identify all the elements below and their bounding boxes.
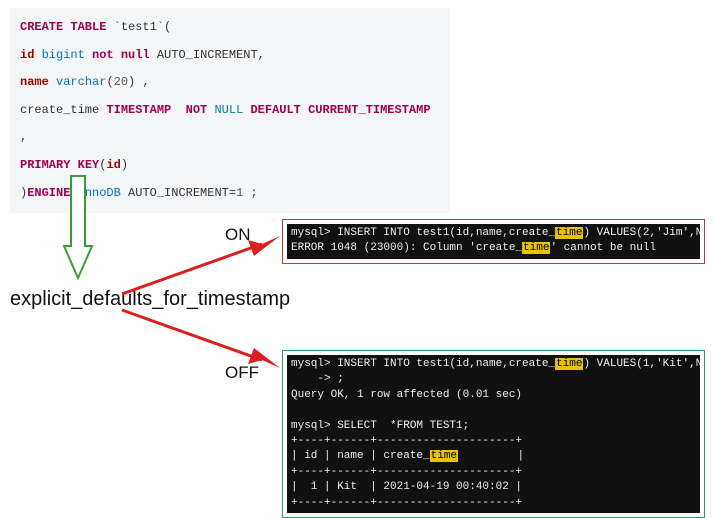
off-l3: Query OK, 1 row affected (0.01 sec) — [291, 389, 522, 401]
off-l4: mysql> SELECT *FROM TEST1; — [291, 420, 469, 432]
key-col-id: id — [106, 158, 120, 172]
on-line2b: ' cannot be null — [550, 242, 656, 254]
off-hl1: time — [555, 358, 583, 370]
off-h1a: | id | name | create_ — [291, 450, 430, 462]
terminal-off: mysql> INSERT INTO test1(id,name,create_… — [282, 350, 705, 518]
col-name: name — [20, 75, 49, 89]
kw-primary: PRIMARY — [20, 158, 70, 172]
kw-not-u: NOT — [186, 103, 208, 117]
off-sep3: +----+------+---------------------+ — [291, 497, 522, 509]
arrow-to-off-icon — [120, 306, 285, 376]
kw-create-table: CREATE TABLE — [20, 20, 106, 34]
type-timestamp: TIMESTAMP — [106, 103, 171, 117]
off-l1b: ) VALUES(1,'Kit',NULL) — [583, 358, 700, 370]
kw-default: DEFAULT — [250, 103, 300, 117]
off-h1b: | — [458, 450, 524, 462]
off-r1: | 1 | Kit | 2021-04-19 00:40:02 | — [291, 481, 522, 493]
on-hl2: time — [522, 242, 550, 254]
sql-line-3: name varchar(20) , — [20, 69, 440, 97]
off-l1a: mysql> INSERT INTO test1(id,name,create_ — [291, 358, 555, 370]
table-name: `test1` — [114, 20, 164, 34]
type-bigint: bigint — [42, 48, 85, 62]
paren-open: ( — [164, 20, 171, 34]
key-close: ) — [121, 158, 128, 172]
stmt-end: ; — [243, 186, 257, 200]
sql-line-1: CREATE TABLE `test1`( — [20, 14, 440, 42]
kw-null-u: NULL — [214, 103, 243, 117]
on-line1b: ) VALUES(2,'Jim',NULL); — [583, 227, 700, 239]
v-close: ) , — [128, 75, 150, 89]
off-sep1: +----+------+---------------------+ — [291, 435, 522, 447]
sql-line-2: id bigint not null AUTO_INCREMENT, — [20, 42, 440, 70]
comma-4: , — [20, 130, 27, 144]
col-id: id — [20, 48, 34, 62]
v-size: 20 — [114, 75, 128, 89]
arrow-to-on-icon — [120, 228, 285, 298]
sql-line-4: create_time TIMESTAMP NOT NULL DEFAULT C… — [20, 97, 440, 152]
auto-increment: AUTO_INCREMENT, — [157, 48, 265, 62]
col-create-time: create_time — [20, 103, 99, 117]
kw-current-ts: CURRENT_TIMESTAMP — [308, 103, 430, 117]
on-hl1: time — [555, 227, 583, 239]
on-line2a: ERROR 1048 (23000): Column 'create_ — [291, 242, 522, 254]
off-l2: -> ; — [291, 373, 344, 385]
terminal-on-content: mysql> INSERT INTO test1(id,name,create_… — [287, 224, 700, 259]
off-sep2: +----+------+---------------------+ — [291, 466, 522, 478]
arrow-down-icon — [60, 174, 96, 284]
off-h-hl: time — [430, 450, 458, 462]
v-open: ( — [106, 75, 113, 89]
on-line1a: mysql> INSERT INTO test1(id,name,create_ — [291, 227, 555, 239]
ai-tail: AUTO_INCREMENT= — [121, 186, 236, 200]
terminal-on: mysql> INSERT INTO test1(id,name,create_… — [282, 219, 705, 264]
terminal-off-content: mysql> INSERT INTO test1(id,name,create_… — [287, 355, 700, 513]
kw-not: not — [92, 48, 114, 62]
kw-null: null — [121, 48, 150, 62]
type-varchar: varchar — [56, 75, 106, 89]
kw-key: KEY — [78, 158, 100, 172]
